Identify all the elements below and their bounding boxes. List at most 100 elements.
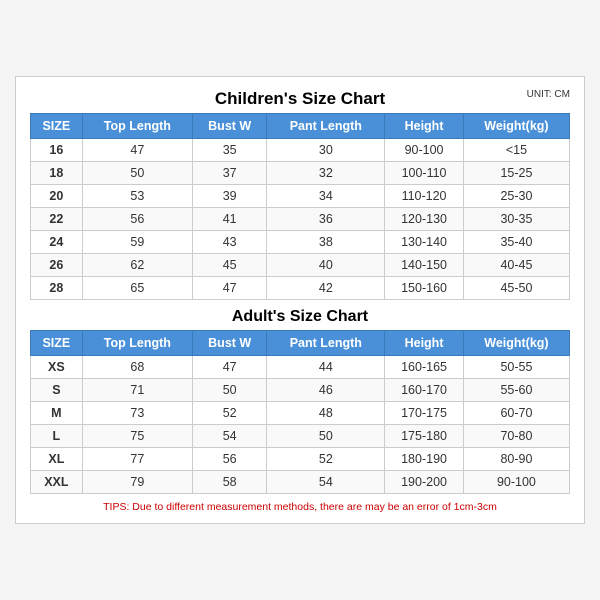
adults-table: SIZE Top Length Bust W Pant Length Heigh… <box>30 330 570 494</box>
table-cell: 56 <box>192 448 266 471</box>
table-cell: 40-45 <box>463 254 569 277</box>
table-cell: XXL <box>31 471 83 494</box>
table-cell: 45 <box>192 254 266 277</box>
table-row: 26624540140-15040-45 <box>31 254 570 277</box>
table-cell: 58 <box>192 471 266 494</box>
table-cell: 37 <box>192 162 266 185</box>
table-cell: <15 <box>463 139 569 162</box>
table-cell: 44 <box>267 356 385 379</box>
adults-section-title: Adult's Size Chart <box>30 300 570 330</box>
children-section-title: Children's Size Chart UNIT: CM <box>30 89 570 109</box>
adults-col-top-length: Top Length <box>82 331 192 356</box>
table-cell: 130-140 <box>385 231 464 254</box>
children-col-height: Height <box>385 114 464 139</box>
table-cell: XL <box>31 448 83 471</box>
table-cell: 50 <box>267 425 385 448</box>
table-cell: 140-150 <box>385 254 464 277</box>
adults-col-pant-length: Pant Length <box>267 331 385 356</box>
table-cell: 36 <box>267 208 385 231</box>
table-cell: 48 <box>267 402 385 425</box>
table-cell: L <box>31 425 83 448</box>
table-cell: 50 <box>192 379 266 402</box>
table-cell: 52 <box>192 402 266 425</box>
table-cell: 175-180 <box>385 425 464 448</box>
children-col-top-length: Top Length <box>82 114 192 139</box>
table-row: XL775652180-19080-90 <box>31 448 570 471</box>
table-cell: 79 <box>82 471 192 494</box>
table-cell: 32 <box>267 162 385 185</box>
table-cell: 35 <box>192 139 266 162</box>
table-row: 18503732100-11015-25 <box>31 162 570 185</box>
table-cell: 110-120 <box>385 185 464 208</box>
children-col-size: SIZE <box>31 114 83 139</box>
table-cell: 42 <box>267 277 385 300</box>
table-cell: 24 <box>31 231 83 254</box>
table-cell: 20 <box>31 185 83 208</box>
table-cell: XS <box>31 356 83 379</box>
table-cell: 90-100 <box>385 139 464 162</box>
children-col-pant-length: Pant Length <box>267 114 385 139</box>
table-cell: 70-80 <box>463 425 569 448</box>
table-cell: 22 <box>31 208 83 231</box>
table-row: 22564136120-13030-35 <box>31 208 570 231</box>
table-cell: 73 <box>82 402 192 425</box>
table-cell: 59 <box>82 231 192 254</box>
table-cell: S <box>31 379 83 402</box>
table-row: L755450175-18070-80 <box>31 425 570 448</box>
table-row: 28654742150-16045-50 <box>31 277 570 300</box>
table-cell: 47 <box>192 356 266 379</box>
table-cell: 34 <box>267 185 385 208</box>
table-cell: 71 <box>82 379 192 402</box>
table-cell: 60-70 <box>463 402 569 425</box>
table-cell: 26 <box>31 254 83 277</box>
table-cell: 180-190 <box>385 448 464 471</box>
table-cell: 28 <box>31 277 83 300</box>
children-col-bust-w: Bust W <box>192 114 266 139</box>
table-cell: 190-200 <box>385 471 464 494</box>
table-cell: 62 <box>82 254 192 277</box>
table-cell: 15-25 <box>463 162 569 185</box>
table-cell: 30 <box>267 139 385 162</box>
table-cell: 90-100 <box>463 471 569 494</box>
adults-col-height: Height <box>385 331 464 356</box>
adults-title-text: Adult's Size Chart <box>232 308 368 325</box>
table-cell: 100-110 <box>385 162 464 185</box>
adults-tbody: XS684744160-16550-55S715046160-17055-60M… <box>31 356 570 494</box>
table-cell: 65 <box>82 277 192 300</box>
table-cell: 68 <box>82 356 192 379</box>
table-cell: 55-60 <box>463 379 569 402</box>
table-cell: 47 <box>192 277 266 300</box>
children-table: SIZE Top Length Bust W Pant Length Heigh… <box>30 113 570 300</box>
table-row: XS684744160-16550-55 <box>31 356 570 379</box>
adults-header-row: SIZE Top Length Bust W Pant Length Heigh… <box>31 331 570 356</box>
table-cell: 40 <box>267 254 385 277</box>
table-cell: 30-35 <box>463 208 569 231</box>
adults-col-bust-w: Bust W <box>192 331 266 356</box>
table-row: M735248170-17560-70 <box>31 402 570 425</box>
table-cell: M <box>31 402 83 425</box>
table-cell: 160-170 <box>385 379 464 402</box>
tips-text: TIPS: Due to different measurement metho… <box>30 501 570 513</box>
children-tbody: 1647353090-100<1518503732100-11015-25205… <box>31 139 570 300</box>
table-row: 1647353090-100<15 <box>31 139 570 162</box>
table-cell: 25-30 <box>463 185 569 208</box>
children-title-text: Children's Size Chart <box>215 89 385 108</box>
table-cell: 45-50 <box>463 277 569 300</box>
table-cell: 50-55 <box>463 356 569 379</box>
adults-col-size: SIZE <box>31 331 83 356</box>
table-cell: 16 <box>31 139 83 162</box>
unit-label: UNIT: CM <box>527 89 570 100</box>
table-cell: 38 <box>267 231 385 254</box>
table-cell: 47 <box>82 139 192 162</box>
table-row: 20533934110-12025-30 <box>31 185 570 208</box>
table-cell: 56 <box>82 208 192 231</box>
table-cell: 43 <box>192 231 266 254</box>
table-cell: 80-90 <box>463 448 569 471</box>
table-cell: 18 <box>31 162 83 185</box>
table-cell: 150-160 <box>385 277 464 300</box>
table-row: S715046160-17055-60 <box>31 379 570 402</box>
table-cell: 35-40 <box>463 231 569 254</box>
table-cell: 53 <box>82 185 192 208</box>
table-cell: 52 <box>267 448 385 471</box>
table-cell: 39 <box>192 185 266 208</box>
